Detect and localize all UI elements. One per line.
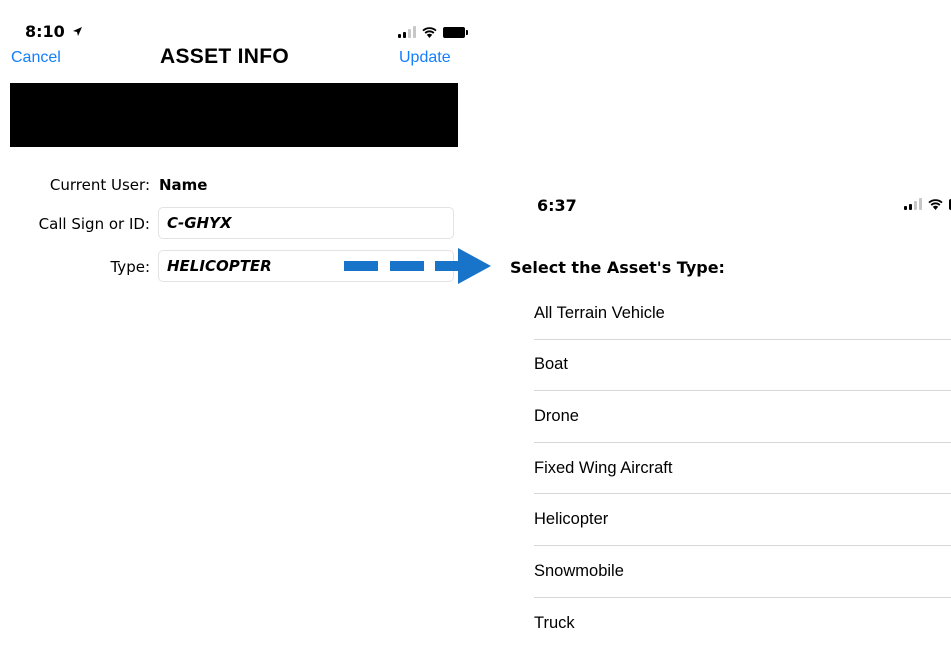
call-sign-value: C-GHYX xyxy=(167,214,232,232)
asset-type-option[interactable]: All Terrain Vehicle xyxy=(534,288,951,340)
right-status-icons xyxy=(904,198,951,210)
asset-type-option[interactable]: Boat xyxy=(534,340,951,392)
asset-type-option[interactable]: Fixed Wing Aircraft xyxy=(534,443,951,495)
asset-type-option[interactable]: Snowmobile xyxy=(534,546,951,598)
type-value: HELICOPTER xyxy=(167,257,272,275)
wifi-icon xyxy=(928,198,943,210)
signal-icon xyxy=(904,198,922,210)
current-user-value: Name xyxy=(159,176,208,194)
redacted-banner xyxy=(10,83,458,147)
update-button[interactable]: Update xyxy=(399,49,451,67)
left-status-icons xyxy=(398,26,468,38)
battery-icon xyxy=(443,26,468,38)
asset-type-list: All Terrain Vehicle Boat Drone Fixed Win… xyxy=(534,288,951,649)
asset-type-option[interactable]: Drone xyxy=(534,391,951,443)
page-title: ASSET INFO xyxy=(160,45,290,68)
asset-type-option[interactable]: Truck xyxy=(534,598,951,649)
type-label: Type: xyxy=(110,258,150,276)
signal-icon xyxy=(398,26,416,38)
arrow-right-icon xyxy=(340,246,492,291)
cancel-button[interactable]: Cancel xyxy=(11,49,61,67)
time-text: 8:10 xyxy=(25,22,65,41)
wifi-icon xyxy=(422,26,437,38)
select-type-heading: Select the Asset's Type: xyxy=(510,258,725,277)
left-status-time: 8:10 xyxy=(25,22,83,41)
location-arrow-icon xyxy=(72,22,83,41)
right-status-time: 6:37 xyxy=(537,196,577,215)
call-sign-field[interactable]: C-GHYX xyxy=(158,207,454,239)
call-sign-label: Call Sign or ID: xyxy=(38,215,150,233)
current-user-label: Current User: xyxy=(49,176,150,194)
asset-type-option[interactable]: Helicopter xyxy=(534,494,951,546)
